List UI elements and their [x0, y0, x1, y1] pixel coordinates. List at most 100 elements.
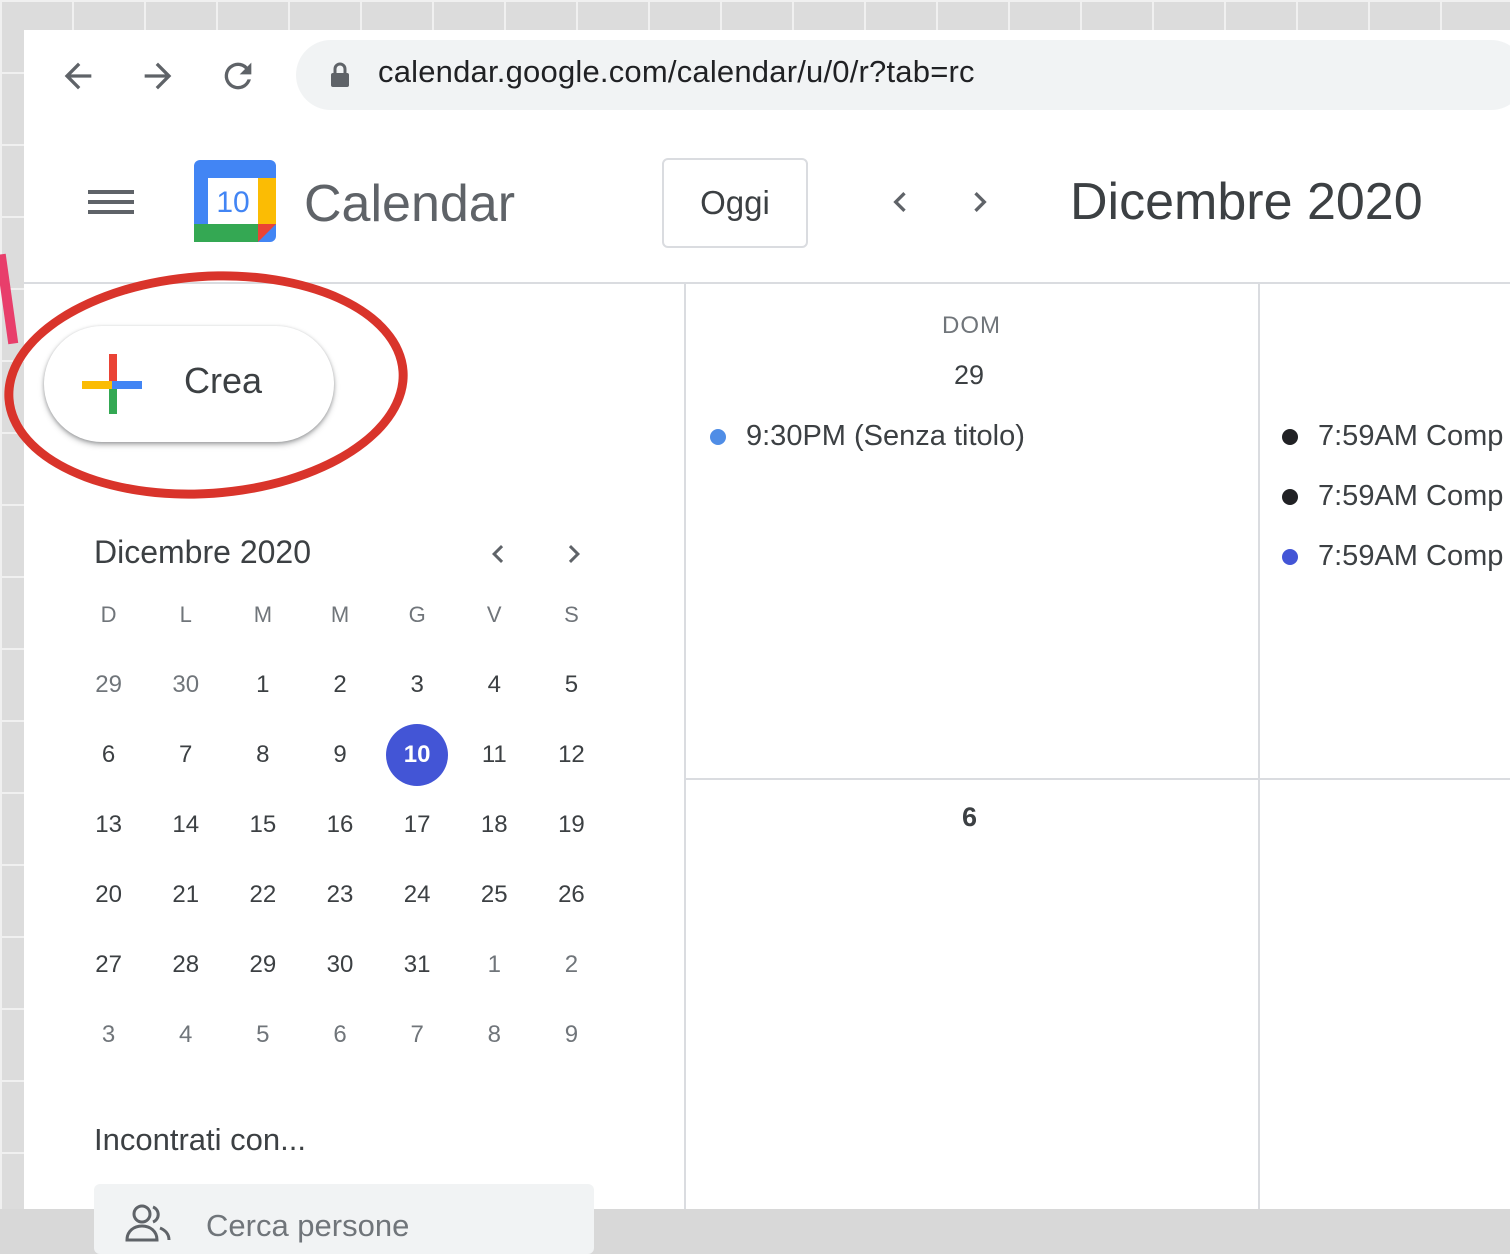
- back-button[interactable]: [48, 54, 108, 98]
- mini-week-row: 29 30 1 2 3 4 5: [70, 650, 610, 720]
- mini-day[interactable]: 9: [533, 1003, 610, 1067]
- mini-day[interactable]: 6: [70, 723, 147, 787]
- weekday-label: M: [253, 602, 273, 627]
- main-menu-icon[interactable]: [86, 184, 136, 224]
- event-color-dot: [1282, 548, 1298, 565]
- address-bar[interactable]: calendar.google.com/calendar/u/0/r?tab=r…: [296, 40, 1510, 110]
- calendar-header: 10 Calendar Oggi Dicembre 2020: [24, 120, 1510, 284]
- mini-day[interactable]: 1: [456, 933, 533, 997]
- mini-day[interactable]: 2: [533, 933, 610, 997]
- mini-day-today[interactable]: 10: [379, 723, 456, 787]
- calendar-logo-icon: 10: [194, 160, 276, 242]
- grid-divider: [684, 284, 686, 1209]
- event-label: 9:30PM (Senza titolo): [746, 420, 1025, 452]
- mini-day[interactable]: 17: [379, 793, 456, 857]
- event-label: 7:59AM Comp: [1318, 480, 1504, 512]
- app-title: Calendar: [304, 175, 516, 233]
- current-month-title: Dicembre 2020: [1070, 173, 1423, 231]
- mini-day[interactable]: 4: [147, 1003, 224, 1067]
- chevron-left-icon[interactable]: [880, 182, 920, 222]
- mini-day[interactable]: 29: [70, 653, 147, 717]
- mini-day[interactable]: 11: [456, 723, 533, 787]
- mini-day[interactable]: 24: [379, 863, 456, 927]
- event-color-dot: [1282, 488, 1298, 505]
- mini-day[interactable]: 12: [533, 723, 610, 787]
- weekday-header: DOM: [942, 312, 1001, 339]
- event-color-dot: [710, 428, 726, 445]
- mini-day[interactable]: 15: [224, 793, 301, 857]
- mini-day[interactable]: 3: [379, 653, 456, 717]
- day-number[interactable]: 29: [954, 360, 984, 391]
- event-label: 7:59AM Comp: [1318, 540, 1504, 572]
- mini-day[interactable]: 26: [533, 863, 610, 927]
- event-chip[interactable]: 7:59AM Comp: [1282, 540, 1503, 573]
- mini-week-row: 20 21 22 23 24 25 26: [70, 860, 610, 930]
- browser-toolbar: calendar.google.com/calendar/u/0/r?tab=r…: [24, 30, 1510, 122]
- weekday-label: G: [408, 602, 426, 627]
- mini-day[interactable]: 3: [70, 1003, 147, 1067]
- event-chip[interactable]: 9:30PM (Senza titolo): [710, 420, 1025, 453]
- mini-day[interactable]: 8: [456, 1003, 533, 1067]
- mini-day[interactable]: 7: [147, 723, 224, 787]
- mini-day[interactable]: 30: [301, 933, 378, 997]
- weekday-label: V: [486, 602, 502, 627]
- mini-day[interactable]: 9: [301, 723, 378, 787]
- mini-day[interactable]: 7: [379, 1003, 456, 1067]
- sidebar: Crea Dicembre 2020 D L M M G V S 29 30 1: [0, 253, 684, 1254]
- weekday-label: L: [179, 602, 192, 627]
- mini-day[interactable]: 2: [301, 653, 378, 717]
- mini-calendar-title: Dicembre 2020: [94, 534, 311, 570]
- create-label: Crea: [184, 360, 263, 401]
- mini-day[interactable]: 21: [147, 863, 224, 927]
- mini-day[interactable]: 4: [456, 653, 533, 717]
- mini-day[interactable]: 29: [224, 933, 301, 997]
- meet-with-heading: Incontrati con...: [94, 1122, 306, 1157]
- mini-day[interactable]: 5: [533, 653, 610, 717]
- mini-day[interactable]: 30: [147, 653, 224, 717]
- mini-day[interactable]: 25: [456, 863, 533, 927]
- svg-text:10: 10: [216, 186, 249, 219]
- mini-week-row: 27 28 29 30 31 1 2: [70, 930, 610, 1000]
- event-chip[interactable]: 7:59AM Comp: [1282, 480, 1503, 513]
- url-text[interactable]: calendar.google.com/calendar/u/0/r?tab=r…: [378, 54, 975, 90]
- month-grid: DOM 29 9:30PM (Senza titolo) 7:59AM Comp…: [684, 284, 1510, 1209]
- mini-day[interactable]: 6: [301, 1003, 378, 1067]
- mini-day[interactable]: 19: [533, 793, 610, 857]
- mini-calendar-grid: D L M M G V S 29 30 1 2 3 4 5 6 7 8 9 10…: [70, 580, 610, 1070]
- mini-day[interactable]: 28: [147, 933, 224, 997]
- weekday-label: M: [330, 602, 350, 627]
- mini-day[interactable]: 5: [224, 1003, 301, 1067]
- mini-day[interactable]: 20: [70, 863, 147, 927]
- forward-button[interactable]: [128, 54, 188, 98]
- mini-day[interactable]: 13: [70, 793, 147, 857]
- mini-day[interactable]: 22: [224, 863, 301, 927]
- today-highlight: 10: [386, 724, 449, 786]
- day-number[interactable]: 6: [962, 802, 977, 833]
- event-chip[interactable]: 7:59AM Comp: [1282, 420, 1503, 453]
- grid-divider: [1258, 284, 1260, 1209]
- search-people-placeholder: Cerca persone: [206, 1208, 410, 1243]
- mini-day[interactable]: 1: [224, 653, 301, 717]
- reload-button[interactable]: [208, 54, 268, 98]
- reload-icon: [224, 62, 252, 90]
- lock-icon: [331, 62, 349, 87]
- mini-week-row: 13 14 15 16 17 18 19: [70, 790, 610, 860]
- mini-next-chevron-icon[interactable]: [556, 536, 592, 572]
- mini-day[interactable]: 23: [301, 863, 378, 927]
- mini-week-row: 6 7 8 9 10 11 12: [70, 720, 610, 790]
- mini-prev-chevron-icon[interactable]: [480, 536, 516, 572]
- search-people-input[interactable]: Cerca persone: [94, 1184, 594, 1254]
- mini-day[interactable]: 14: [147, 793, 224, 857]
- mini-day[interactable]: 31: [379, 933, 456, 997]
- mini-day[interactable]: 16: [301, 793, 378, 857]
- chevron-right-icon[interactable]: [960, 182, 1000, 222]
- today-button[interactable]: Oggi: [662, 158, 808, 248]
- weekday-label: D: [100, 602, 117, 627]
- mini-day[interactable]: 18: [456, 793, 533, 857]
- mini-day[interactable]: 27: [70, 933, 147, 997]
- mini-weekday-row: D L M M G V S: [70, 580, 610, 650]
- mini-day[interactable]: 8: [224, 723, 301, 787]
- mini-week-row: 3 4 5 6 7 8 9: [70, 1000, 610, 1070]
- create-button[interactable]: Crea: [44, 326, 334, 442]
- grid-divider: [684, 778, 1510, 780]
